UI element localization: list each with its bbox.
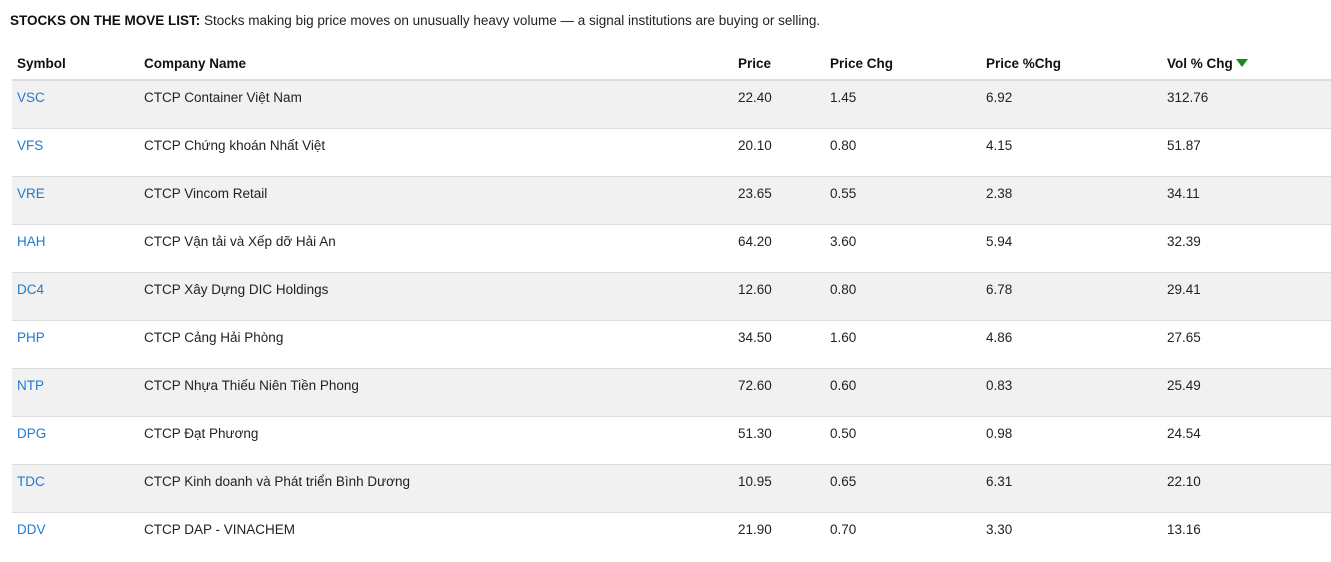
cell-price-pct-chg: 4.15: [981, 128, 1162, 177]
symbol-link[interactable]: HAH: [17, 234, 46, 249]
cell-price-pct-chg: 3.30: [981, 512, 1162, 560]
cell-price-pct-chg: 0.98: [981, 416, 1162, 465]
cell-price-chg: 0.60: [825, 368, 981, 417]
cell-price-chg: 0.80: [825, 128, 981, 177]
cell-vol-pct-chg: 13.16: [1162, 512, 1331, 560]
cell-company: CTCP DAP - VINACHEM: [139, 512, 733, 560]
column-header-price-pct-chg[interactable]: Price %Chg: [981, 47, 1162, 81]
cell-price: 21.90: [733, 512, 825, 560]
symbol-link[interactable]: DDV: [17, 522, 46, 537]
cell-symbol: VSC: [12, 80, 139, 129]
column-header-vol-pct-chg-label: Vol % Chg: [1167, 55, 1233, 71]
cell-vol-pct-chg: 32.39: [1162, 224, 1331, 273]
cell-price: 12.60: [733, 272, 825, 321]
cell-company: CTCP Vincom Retail: [139, 176, 733, 225]
cell-vol-pct-chg: 24.54: [1162, 416, 1331, 465]
cell-company: CTCP Cảng Hải Phòng: [139, 320, 733, 369]
symbol-link[interactable]: VSC: [17, 90, 45, 105]
cell-price: 64.20: [733, 224, 825, 273]
table-row: PHP CTCP Cảng Hải Phòng 34.50 1.60 4.86 27.65: [12, 320, 1331, 369]
symbol-link[interactable]: NTP: [17, 378, 44, 393]
cell-symbol: HAH: [12, 224, 139, 273]
table-row: TDC CTCP Kinh doanh và Phát triển Bình Dư…: [12, 464, 1331, 513]
cell-symbol: DPG: [12, 416, 139, 465]
stocks-table: Symbol Company Name Price Price Chg Pric…: [12, 47, 1331, 560]
column-header-price-chg[interactable]: Price Chg: [825, 47, 981, 81]
table-row: DPG CTCP Đạt Phương 51.30 0.50 0.98 24.54: [12, 416, 1331, 465]
cell-symbol: DC4: [12, 272, 139, 321]
symbol-link[interactable]: VRE: [17, 186, 45, 201]
cell-company: CTCP Container Việt Nam: [139, 80, 733, 129]
cell-price-pct-chg: 6.31: [981, 464, 1162, 513]
cell-company: CTCP Chứng khoán Nhất Việt: [139, 128, 733, 177]
cell-price: 34.50: [733, 320, 825, 369]
column-header-price[interactable]: Price: [733, 47, 825, 81]
cell-price-chg: 0.80: [825, 272, 981, 321]
cell-symbol: DDV: [12, 512, 139, 560]
cell-symbol: NTP: [12, 368, 139, 417]
cell-company: CTCP Xây Dựng DIC Holdings: [139, 272, 733, 321]
cell-symbol: VFS: [12, 128, 139, 177]
cell-price-pct-chg: 6.78: [981, 272, 1162, 321]
sort-desc-icon[interactable]: [1235, 58, 1248, 67]
cell-price-chg: 3.60: [825, 224, 981, 273]
table-row: DDV CTCP DAP - VINACHEM 21.90 0.70 3.30 13.16: [12, 512, 1331, 560]
cell-vol-pct-chg: 312.76: [1162, 80, 1331, 129]
cell-company: CTCP Nhựa Thiếu Niên Tiền Phong: [139, 368, 733, 417]
cell-price-pct-chg: 0.83: [981, 368, 1162, 417]
cell-symbol: VRE: [12, 176, 139, 225]
column-header-symbol[interactable]: Symbol: [12, 47, 139, 81]
cell-vol-pct-chg: 22.10: [1162, 464, 1331, 513]
cell-price: 20.10: [733, 128, 825, 177]
cell-price-pct-chg: 6.92: [981, 80, 1162, 129]
cell-vol-pct-chg: 25.49: [1162, 368, 1331, 417]
cell-company: CTCP Đạt Phương: [139, 416, 733, 465]
cell-price: 51.30: [733, 416, 825, 465]
table-row: DC4 CTCP Xây Dựng DIC Holdings 12.60 0.80 6.…: [12, 272, 1331, 321]
cell-price-chg: 1.45: [825, 80, 981, 129]
cell-vol-pct-chg: 51.87: [1162, 128, 1331, 177]
cell-price-pct-chg: 2.38: [981, 176, 1162, 225]
symbol-link[interactable]: DPG: [17, 426, 46, 441]
table-body: VSC CTCP Container Việt Nam 22.40 1.45 6.92 3…: [12, 80, 1331, 560]
cell-price-chg: 0.65: [825, 464, 981, 513]
symbol-link[interactable]: DC4: [17, 282, 44, 297]
cell-price: 22.40: [733, 80, 825, 129]
cell-symbol: PHP: [12, 320, 139, 369]
page-title: STOCKS ON THE MOVE LIST:: [10, 13, 201, 28]
cell-company: CTCP Kinh doanh và Phát triển Bình Dương: [139, 464, 733, 513]
stocks-table-container: Symbol Company Name Price Price Chg Pric…: [12, 47, 1331, 560]
cell-price-pct-chg: 5.94: [981, 224, 1162, 273]
cell-price: 72.60: [733, 368, 825, 417]
cell-symbol: TDC: [12, 464, 139, 513]
table-header-row: Symbol Company Name Price Price Chg Pric…: [12, 47, 1331, 81]
table-row: HAH CTCP Vận tải và Xếp dỡ Hải An 64.20 3.6…: [12, 224, 1331, 273]
symbol-link[interactable]: PHP: [17, 330, 45, 345]
column-header-vol-pct-chg[interactable]: Vol % Chg: [1162, 47, 1331, 81]
cell-price-chg: 1.60: [825, 320, 981, 369]
cell-company: CTCP Vận tải và Xếp dỡ Hải An: [139, 224, 733, 273]
page-header: STOCKS ON THE MOVE LIST: Stocks making b…: [10, 13, 820, 28]
cell-price-chg: 0.50: [825, 416, 981, 465]
column-header-company[interactable]: Company Name: [139, 47, 733, 81]
cell-price: 10.95: [733, 464, 825, 513]
cell-price: 23.65: [733, 176, 825, 225]
cell-vol-pct-chg: 29.41: [1162, 272, 1331, 321]
cell-vol-pct-chg: 34.11: [1162, 176, 1331, 225]
symbol-link[interactable]: TDC: [17, 474, 45, 489]
cell-price-chg: 0.55: [825, 176, 981, 225]
cell-vol-pct-chg: 27.65: [1162, 320, 1331, 369]
page-description: Stocks making big price moves on unusual…: [204, 13, 821, 28]
table-row: VRE CTCP Vincom Retail 23.65 0.55 2.38 34.11: [12, 176, 1331, 225]
table-row: NTP CTCP Nhựa Thiếu Niên Tiền Phong 72.60 0…: [12, 368, 1331, 417]
table-row: VSC CTCP Container Việt Nam 22.40 1.45 6.92 3…: [12, 80, 1331, 129]
table-row: VFS CTCP Chứng khoán Nhất Việt 20.10 0.80 4.…: [12, 128, 1331, 177]
cell-price-pct-chg: 4.86: [981, 320, 1162, 369]
symbol-link[interactable]: VFS: [17, 138, 43, 153]
cell-price-chg: 0.70: [825, 512, 981, 560]
